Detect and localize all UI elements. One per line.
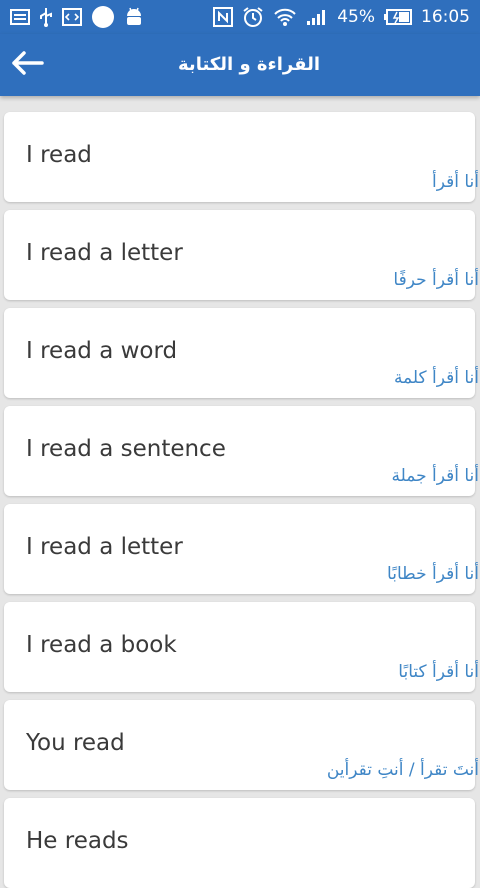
android-icon — [124, 6, 144, 28]
list-item[interactable]: I read a book أنا أقرأ كتابًا — [4, 602, 479, 692]
alarm-icon — [242, 6, 264, 28]
list-item[interactable]: I read a sentence أنا أقرأ جملة — [4, 406, 479, 496]
image-icon — [10, 9, 30, 25]
list-item[interactable]: He reads — [4, 798, 475, 888]
arabic-translation: أنا أقرأ كلمة — [393, 368, 479, 388]
arabic-translation: أنتَ تقرأ / أنتِ تقرأين — [326, 760, 479, 780]
circle-icon — [91, 5, 115, 29]
list-item[interactable]: You read أنتَ تقرأ / أنتِ تقرأين — [4, 700, 479, 790]
english-phrase: You read — [26, 730, 125, 756]
status-bar-right: 45% 16:05 — [213, 6, 470, 28]
usb-icon — [39, 7, 53, 27]
battery-icon — [384, 9, 412, 25]
status-bar-left — [10, 5, 144, 29]
english-phrase: I read — [26, 142, 92, 168]
english-phrase: I read a letter — [26, 534, 183, 560]
code-icon — [62, 8, 82, 26]
english-phrase: I read a letter — [26, 240, 183, 266]
nfc-icon — [213, 7, 234, 27]
app-bar: القراءة و الكتابة — [0, 34, 480, 96]
clock: 16:05 — [421, 7, 470, 27]
status-bar: 45% 16:05 — [0, 0, 480, 34]
signal-icon — [306, 8, 328, 26]
english-phrase: I read a word — [26, 338, 178, 364]
back-button[interactable] — [8, 45, 48, 85]
arabic-translation: أنا أقرأ حرفًا — [393, 270, 479, 290]
battery-percent: 45% — [337, 7, 375, 27]
arrow-left-icon — [12, 51, 44, 79]
english-phrase: He reads — [26, 828, 129, 854]
page-title: القراءة و الكتابة — [178, 54, 320, 75]
list-item[interactable]: I read أنا أقرأ — [4, 112, 479, 202]
list-item[interactable]: I read a letter أنا أقرأ خطابًا — [4, 504, 479, 594]
arabic-translation: أنا أقرأ كتابًا — [398, 662, 479, 682]
arabic-translation: أنا أقرأ — [432, 172, 479, 192]
wifi-icon — [273, 7, 297, 27]
arabic-translation: أنا أقرأ جملة — [391, 466, 479, 486]
list-item[interactable]: I read a word أنا أقرأ كلمة — [4, 308, 479, 398]
list-item[interactable]: I read a letter أنا أقرأ حرفًا — [4, 210, 479, 300]
english-phrase: I read a book — [26, 632, 177, 658]
english-phrase: I read a sentence — [26, 436, 226, 462]
arabic-translation: أنا أقرأ خطابًا — [387, 564, 479, 584]
